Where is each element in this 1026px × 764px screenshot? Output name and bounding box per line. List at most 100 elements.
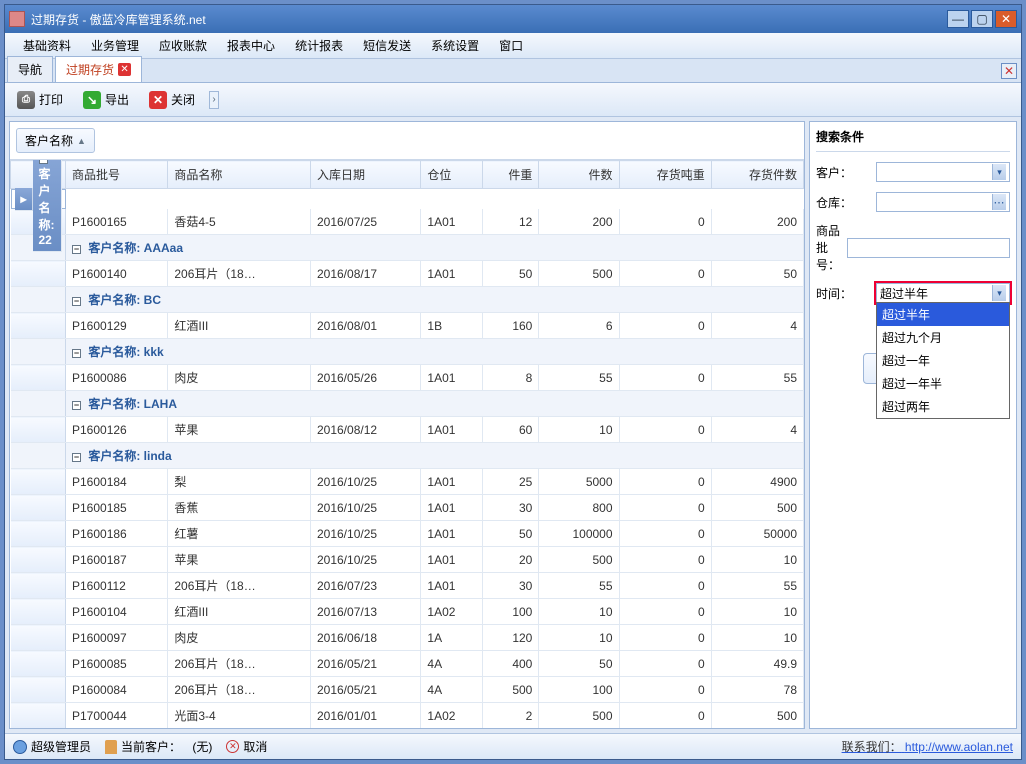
menu-item[interactable]: 窗口 — [489, 37, 533, 54]
column-header[interactable]: 商品名称 — [168, 161, 311, 189]
table-row[interactable]: P1600086肉皮2016/05/261A01855055 — [11, 365, 804, 391]
table-row[interactable]: P1600185香蕉2016/10/251A01308000500 — [11, 495, 804, 521]
table-row[interactable]: P1600129红酒III2016/08/011B160604 — [11, 313, 804, 339]
close-button[interactable]: ✕关闭 — [143, 88, 201, 112]
print-button[interactable]: ⎙打印 — [11, 88, 69, 112]
cell: 0 — [619, 469, 711, 495]
user-block: 超级管理员 — [13, 738, 91, 755]
user-name: 超级管理员 — [31, 738, 91, 755]
table-row[interactable]: P1600084206耳片（18…2016/05/214A500100078 — [11, 677, 804, 703]
titlebar: 过期存货 - 傲蓝冷库管理系统.net — ▢ ✕ — [5, 5, 1021, 33]
dropdown-option[interactable]: 超过两年 — [877, 395, 1009, 418]
expand-icon[interactable]: − — [72, 401, 81, 410]
table-row[interactable]: P1600140206耳片（18…2016/08/171A0150500050 — [11, 261, 804, 287]
column-header[interactable]: 仓位 — [421, 161, 483, 189]
table-row[interactable]: P1600112206耳片（18…2016/07/231A013055055 — [11, 573, 804, 599]
column-header[interactable]: 入库日期 — [310, 161, 420, 189]
expand-icon[interactable]: − — [72, 245, 81, 254]
table-row[interactable]: P1700044光面3-42016/01/011A0225000500 — [11, 703, 804, 729]
table-row[interactable]: P1600184梨2016/10/251A0125500004900 — [11, 469, 804, 495]
table-row[interactable]: P1600186红薯2016/10/251A0150100000050000 — [11, 521, 804, 547]
table-row[interactable]: P1600085206耳片（18…2016/05/214A40050049.9 — [11, 651, 804, 677]
group-cell: − 客户名称: kkk — [66, 339, 804, 365]
column-header[interactable]: 存货吨重 — [619, 161, 711, 189]
table-row[interactable]: P1600104红酒III2016/07/131A0210010010 — [11, 599, 804, 625]
menu-item[interactable]: 报表中心 — [217, 37, 285, 54]
cell: 200 — [539, 209, 619, 235]
menu-item[interactable]: 业务管理 — [81, 37, 149, 54]
column-header[interactable]: 商品批号 — [66, 161, 168, 189]
table-row[interactable]: P1600126苹果2016/08/121A01601004 — [11, 417, 804, 443]
grid-scroll[interactable]: 商品批号商品名称入库日期仓位件重件数存货吨重存货件数 ▸− 客户名称: 22P1… — [10, 160, 804, 728]
cell: 200 — [711, 209, 803, 235]
group-row[interactable]: − 客户名称: kkk — [11, 339, 804, 365]
print-label: 打印 — [39, 91, 63, 108]
dropdown-option[interactable]: 超过一年 — [877, 349, 1009, 372]
tabbar-close-icon[interactable]: ✕ — [1001, 63, 1017, 79]
menu-item[interactable]: 统计报表 — [285, 37, 353, 54]
group-bar: 客户名称▲ — [10, 122, 804, 160]
export-label: 导出 — [105, 91, 129, 108]
group-row[interactable]: − 客户名称: linda — [11, 443, 804, 469]
collapse-icon[interactable]: − — [39, 160, 48, 164]
group-chip[interactable]: 客户名称▲ — [16, 128, 95, 153]
tab[interactable]: 导航 — [7, 56, 53, 82]
maximize-button[interactable]: ▢ — [971, 10, 993, 28]
row-indicator — [11, 365, 66, 391]
group-row[interactable]: − 客户名称: AAAaa — [11, 235, 804, 261]
current-customer-label: 当前客户： — [121, 738, 181, 755]
cell: 10 — [711, 599, 803, 625]
dropdown-option[interactable]: 超过半年 — [877, 303, 1009, 326]
table-row[interactable]: P1600165香菇4-52016/07/251A01122000200 — [11, 209, 804, 235]
toolbar-chevron-icon[interactable]: › — [209, 91, 219, 109]
group-row[interactable]: ▸− 客户名称: 22 — [11, 189, 66, 209]
cancel-block[interactable]: ✕取消 — [226, 738, 267, 755]
time-select[interactable]: 超过半年▾ — [876, 283, 1010, 303]
group-row[interactable]: − 客户名称: BC — [11, 287, 804, 313]
warehouse-select[interactable]: ⋯ — [876, 192, 1010, 212]
group-row[interactable]: − 客户名称: LAHA — [11, 391, 804, 417]
cell: 光面3-4 — [168, 703, 311, 729]
table-row[interactable]: P1600097肉皮2016/06/181A12010010 — [11, 625, 804, 651]
export-icon: ↘ — [83, 91, 101, 109]
expand-icon[interactable]: − — [72, 349, 81, 358]
chevron-down-icon: ▾ — [992, 285, 1006, 301]
column-header[interactable]: 件数 — [539, 161, 619, 189]
cell: 55 — [711, 573, 803, 599]
contact-link[interactable]: 联系我们： http://www.aolan.net — [842, 738, 1013, 755]
cell: 肉皮 — [168, 365, 311, 391]
cell: 红酒III — [168, 599, 311, 625]
cell: 5000 — [539, 469, 619, 495]
tab-close-icon[interactable]: ✕ — [118, 63, 131, 76]
table-row[interactable]: P1600187苹果2016/10/251A0120500010 — [11, 547, 804, 573]
column-header[interactable]: 存货件数 — [711, 161, 803, 189]
row-indicator — [11, 261, 66, 287]
group-cell: − 客户名称: AAAaa — [66, 235, 804, 261]
search-panel: 搜索条件 客户： ▾ 仓库： ⋯ 商品批号： 时间： 超过半年▾ 超过半年超过九… — [809, 121, 1017, 729]
expand-icon[interactable]: − — [72, 453, 81, 462]
current-customer-block: 当前客户： (无) — [105, 738, 212, 755]
cell: 0 — [619, 599, 711, 625]
menu-item[interactable]: 基础资料 — [13, 37, 81, 54]
window-close-button[interactable]: ✕ — [995, 10, 1017, 28]
cell: 4A — [421, 677, 483, 703]
column-header[interactable]: 件重 — [483, 161, 539, 189]
cell: 1A01 — [421, 573, 483, 599]
cell: 肉皮 — [168, 625, 311, 651]
cell: 1A02 — [421, 599, 483, 625]
expand-icon[interactable]: − — [72, 297, 81, 306]
minimize-button[interactable]: — — [947, 10, 969, 28]
menu-item[interactable]: 系统设置 — [421, 37, 489, 54]
dropdown-option[interactable]: 超过九个月 — [877, 326, 1009, 349]
row-indicator — [11, 521, 66, 547]
menu-item[interactable]: 短信发送 — [353, 37, 421, 54]
cell: 1A01 — [421, 495, 483, 521]
customer-select[interactable]: ▾ — [876, 162, 1010, 182]
tab[interactable]: 过期存货✕ — [55, 56, 142, 82]
batch-input[interactable] — [847, 238, 1010, 258]
app-window: 过期存货 - 傲蓝冷库管理系统.net — ▢ ✕ 基础资料业务管理应收账款报表… — [4, 4, 1022, 760]
dropdown-option[interactable]: 超过一年半 — [877, 372, 1009, 395]
cell: 香菇4-5 — [168, 209, 311, 235]
menu-item[interactable]: 应收账款 — [149, 37, 217, 54]
export-button[interactable]: ↘导出 — [77, 88, 135, 112]
